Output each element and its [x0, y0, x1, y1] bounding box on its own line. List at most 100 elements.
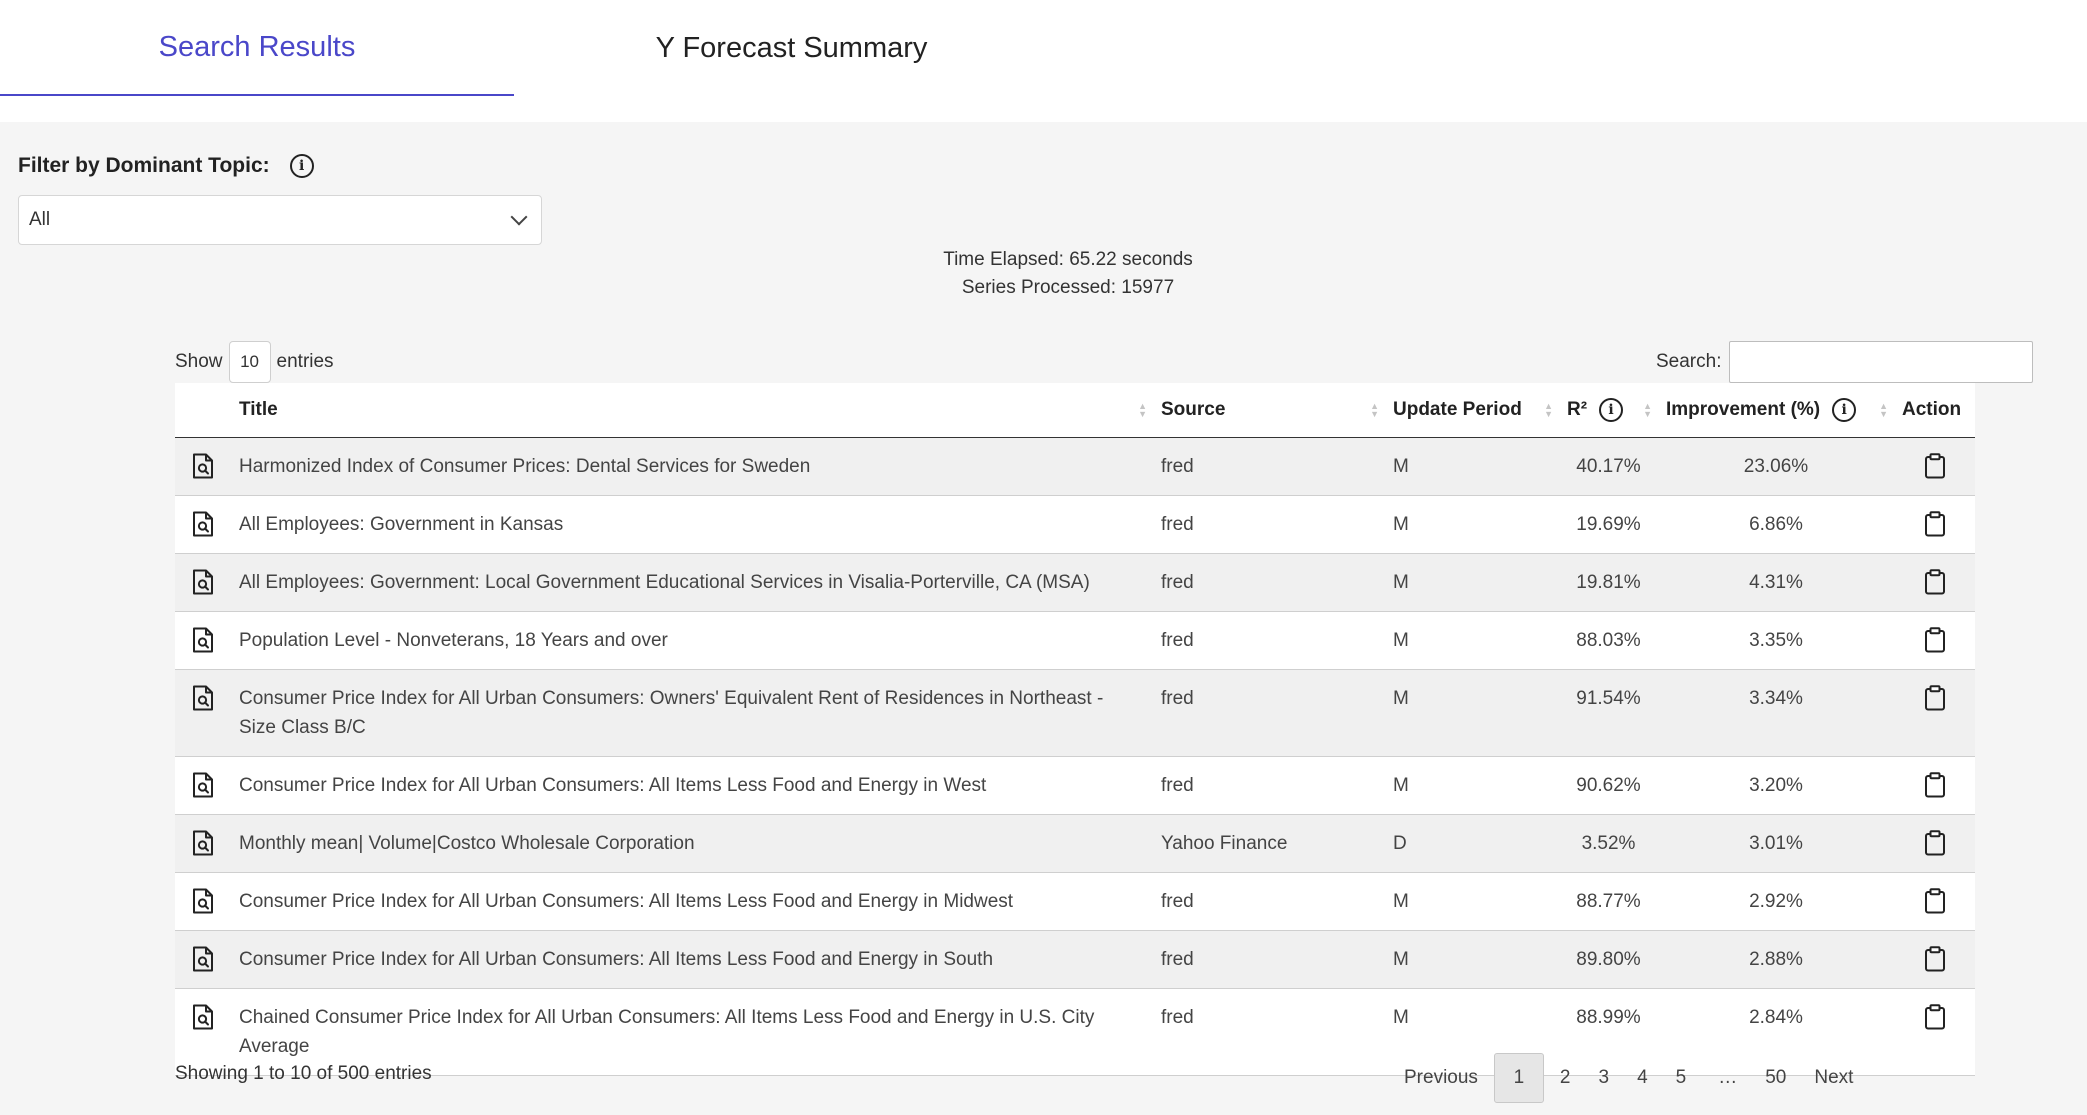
cell-r2: 90.62% — [1559, 756, 1658, 815]
table-row: Consumer Price Index for All Urban Consu… — [175, 872, 1975, 931]
pagination: Previous 1 2 3 4 5 … 50 Next — [1390, 1053, 1867, 1103]
info-icon[interactable]: i — [289, 154, 314, 178]
cell-update-period: M — [1385, 756, 1559, 815]
cell-update-period: M — [1385, 611, 1559, 670]
clipboard-icon[interactable] — [1894, 495, 1975, 554]
previous-button[interactable]: Previous — [1392, 1053, 1490, 1103]
sort-icon: ▲ ▼ — [1544, 400, 1553, 419]
header-title[interactable]: Title ▲ ▼ — [231, 383, 1153, 438]
info-icon[interactable]: i — [1832, 397, 1857, 422]
sort-icon: ▲ ▼ — [1370, 400, 1379, 419]
cell-title: Consumer Price Index for All Urban Consu… — [231, 669, 1153, 757]
page-button[interactable]: 1 — [1493, 1053, 1544, 1103]
view-document-icon[interactable] — [175, 872, 231, 931]
table-row: Consumer Price Index for All Urban Consu… — [175, 930, 1975, 989]
cell-r2: 88.77% — [1559, 872, 1658, 931]
topic-select-value: All — [29, 209, 51, 230]
tab-forecast-summary[interactable]: Y Forecast Summary — [514, 0, 1069, 96]
cell-source: fred — [1153, 872, 1385, 931]
view-document-icon[interactable] — [175, 437, 231, 496]
cell-r2: 91.54% — [1559, 669, 1658, 757]
cell-update-period: D — [1385, 814, 1559, 873]
header-update-period[interactable]: Update Period ▲ ▼ — [1385, 383, 1559, 438]
table-row: Population Level - Nonveterans, 18 Years… — [175, 611, 1975, 670]
clipboard-icon[interactable] — [1894, 553, 1975, 612]
table-row: All Employees: Government in Kansas fred M… — [175, 495, 1975, 554]
cell-source: fred — [1153, 495, 1385, 554]
header-icon-col — [175, 383, 231, 438]
header-action: Action — [1894, 383, 1975, 438]
cell-source: fred — [1153, 611, 1385, 670]
cell-source: fred — [1153, 669, 1385, 757]
view-document-icon[interactable] — [175, 756, 231, 815]
cell-r2: 89.80% — [1559, 930, 1658, 989]
header-r2[interactable]: R² i ▲ ▼ — [1559, 383, 1658, 438]
cell-improvement: 3.01% — [1658, 814, 1894, 873]
clipboard-icon[interactable] — [1894, 930, 1975, 989]
page-buttons: 1 2 3 4 5 … 50 — [1492, 1053, 1800, 1103]
filter-label: Filter by Dominant Topic: — [18, 154, 270, 177]
cell-title: All Employees: Government: Local Governm… — [231, 553, 1153, 612]
page-button[interactable]: 5 — [1664, 1053, 1699, 1103]
clipboard-icon[interactable] — [1894, 611, 1975, 670]
cell-r2: 40.17% — [1559, 437, 1658, 496]
entries-select[interactable]: 10 — [228, 341, 271, 383]
cell-improvement: 4.31% — [1658, 553, 1894, 612]
cell-source: fred — [1153, 988, 1385, 1076]
page-button[interactable]: 2 — [1548, 1053, 1583, 1103]
view-document-icon[interactable] — [175, 495, 231, 554]
next-button[interactable]: Next — [1802, 1053, 1865, 1103]
tab-search-results[interactable]: Search Results — [0, 0, 514, 96]
cell-title: Consumer Price Index for All Urban Consu… — [231, 756, 1153, 815]
info-icon[interactable]: i — [1599, 397, 1624, 422]
header-source[interactable]: Source ▲ ▼ — [1153, 383, 1385, 438]
cell-improvement: 3.34% — [1658, 669, 1894, 757]
search-input[interactable] — [1729, 341, 2034, 383]
clipboard-icon[interactable] — [1894, 814, 1975, 873]
cell-update-period: M — [1385, 495, 1559, 554]
header-r2-label: R² — [1567, 398, 1588, 420]
cell-improvement: 23.06% — [1658, 437, 1894, 496]
topic-select[interactable]: All — [18, 195, 542, 245]
page-button[interactable]: 4 — [1625, 1053, 1660, 1103]
clipboard-icon[interactable] — [1894, 756, 1975, 815]
cell-source: Yahoo Finance — [1153, 814, 1385, 873]
cell-update-period: M — [1385, 872, 1559, 931]
clipboard-icon[interactable] — [1894, 988, 1975, 1076]
view-document-icon[interactable] — [175, 553, 231, 612]
cell-source: fred — [1153, 437, 1385, 496]
header-improvement-label: Improvement (%) — [1666, 398, 1821, 420]
cell-improvement: 3.20% — [1658, 756, 1894, 815]
cell-source: fred — [1153, 930, 1385, 989]
series-processed: Series Processed: 15977 — [961, 277, 1175, 298]
sort-icon: ▲ ▼ — [1879, 400, 1888, 419]
length-menu: Show 10 entries — [175, 341, 334, 383]
clipboard-icon[interactable] — [1894, 872, 1975, 931]
page-button[interactable]: 50 — [1753, 1053, 1798, 1103]
header-improvement[interactable]: Improvement (%) i ▲ ▼ — [1658, 383, 1894, 438]
cell-improvement: 2.92% — [1658, 872, 1894, 931]
table-row: Consumer Price Index for All Urban Consu… — [175, 669, 1975, 757]
cell-title: Harmonized Index of Consumer Prices: Den… — [231, 437, 1153, 496]
view-document-icon[interactable] — [175, 611, 231, 670]
header-update-period-label: Update Period — [1393, 398, 1522, 420]
view-document-icon[interactable] — [175, 930, 231, 989]
sort-icon: ▲ ▼ — [1138, 400, 1147, 419]
search-label: Search: — [1656, 351, 1722, 372]
chevron-down-icon — [510, 208, 528, 226]
cell-title: Consumer Price Index for All Urban Consu… — [231, 872, 1153, 931]
view-document-icon[interactable] — [175, 669, 231, 757]
tab-bar: Search Results Y Forecast Summary — [0, 0, 2087, 122]
table-info: Showing 1 to 10 of 500 entries — [175, 1063, 432, 1084]
sort-icon: ▲ ▼ — [1643, 400, 1652, 419]
cell-title: Chained Consumer Price Index for All Urb… — [231, 988, 1153, 1076]
header-source-label: Source — [1161, 398, 1226, 420]
pagination-ellipsis: … — [1718, 1067, 1738, 1088]
cell-title: Consumer Price Index for All Urban Consu… — [231, 930, 1153, 989]
page-button[interactable]: 3 — [1587, 1053, 1622, 1103]
clipboard-icon[interactable] — [1894, 669, 1975, 757]
view-document-icon[interactable] — [175, 814, 231, 873]
table-row: All Employees: Government: Local Governm… — [175, 553, 1975, 612]
view-document-icon[interactable] — [175, 988, 231, 1076]
clipboard-icon[interactable] — [1894, 437, 1975, 496]
